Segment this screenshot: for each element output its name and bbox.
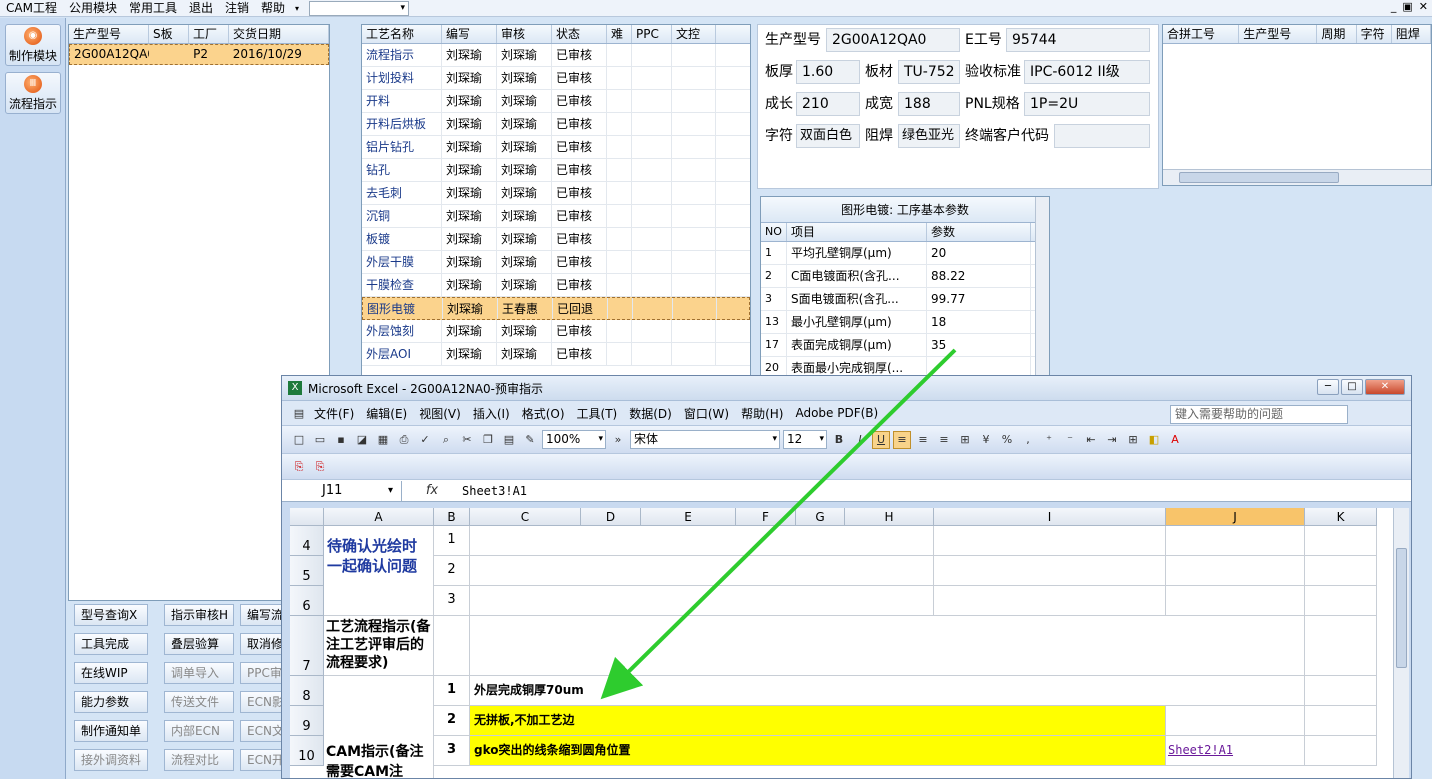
annotation-arrow <box>600 348 957 700</box>
